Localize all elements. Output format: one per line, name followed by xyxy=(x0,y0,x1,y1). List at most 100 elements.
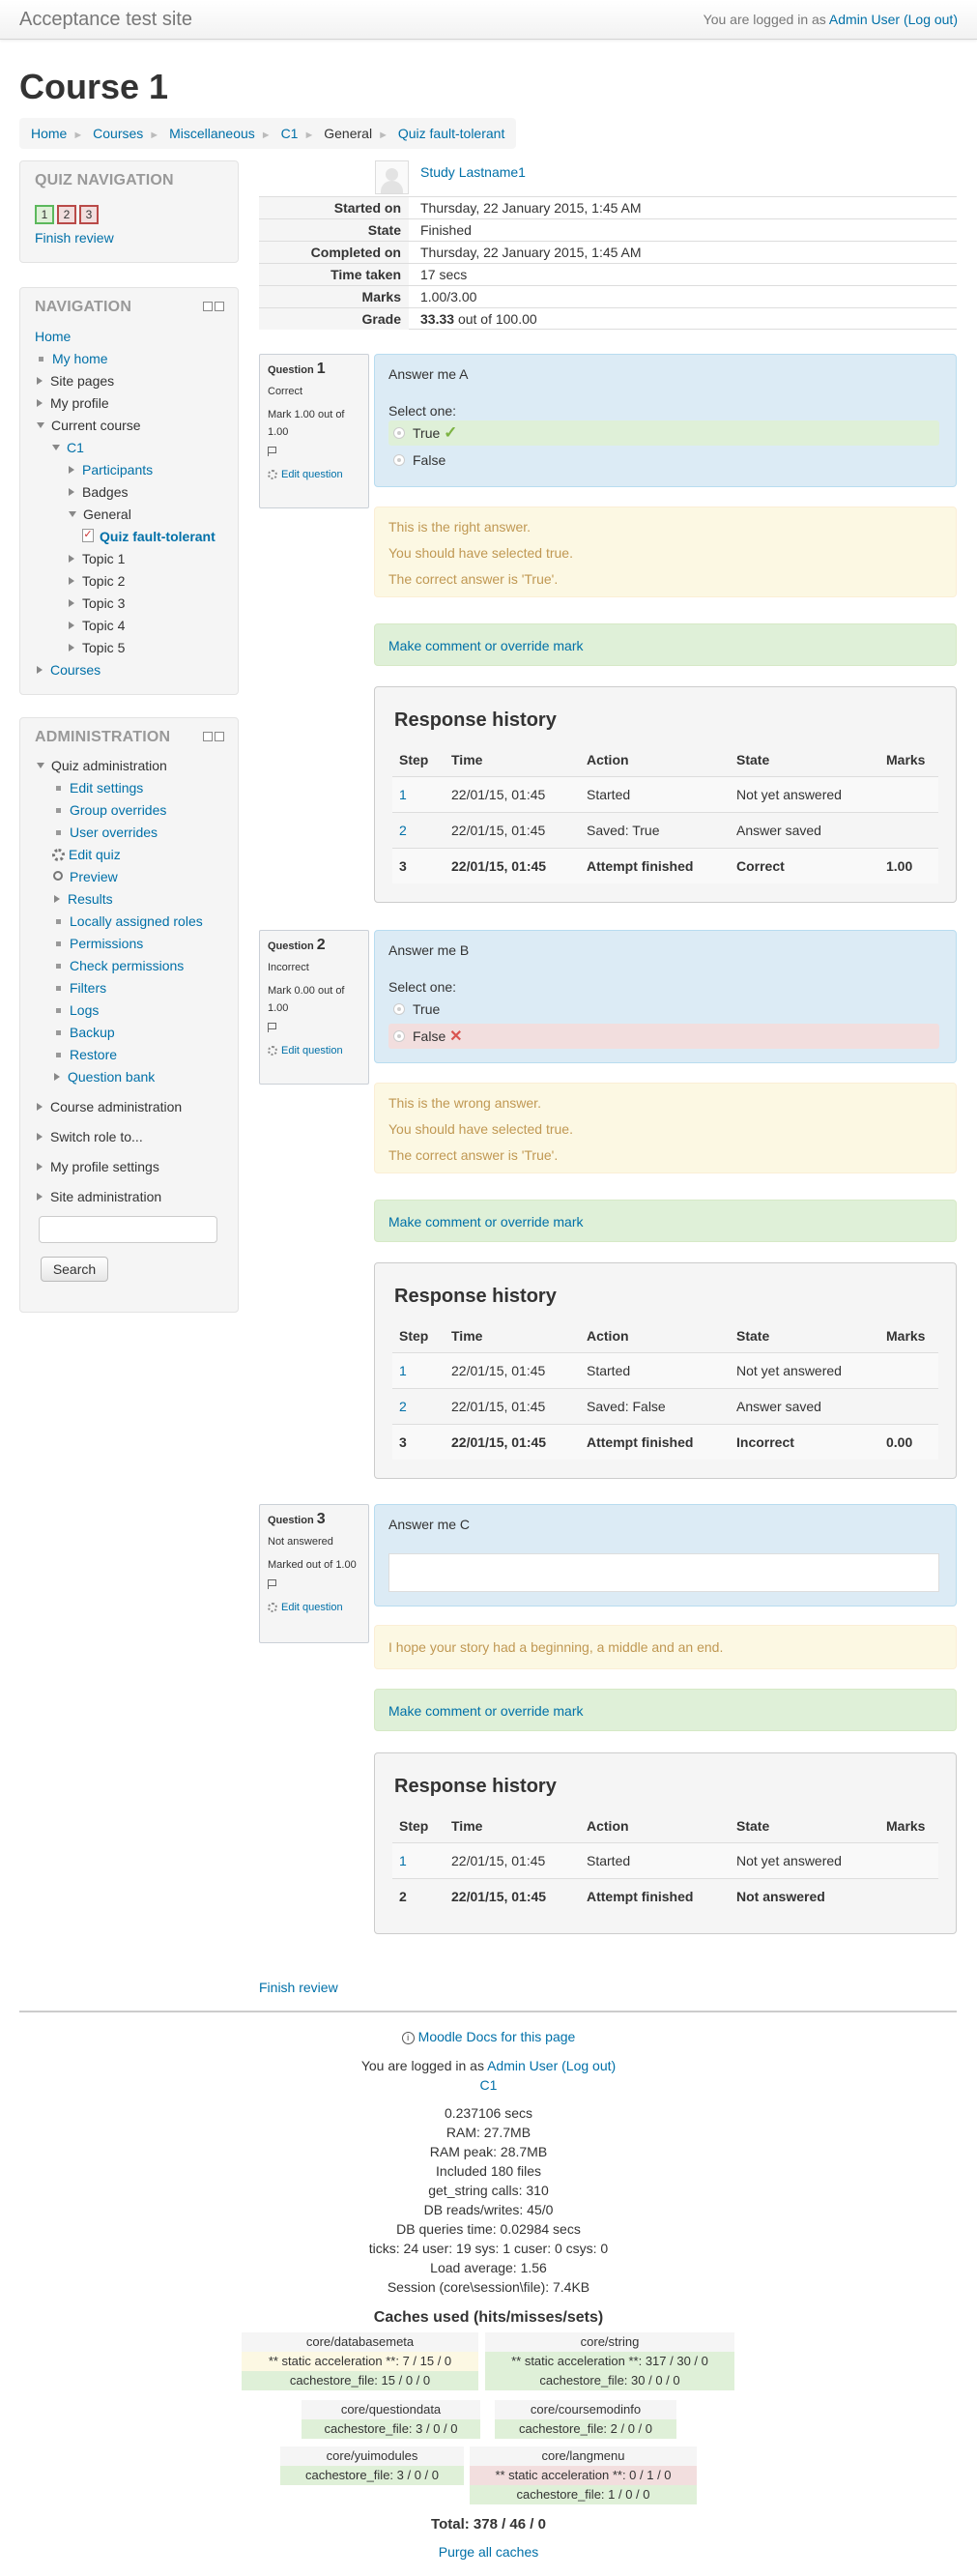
flag-icon[interactable] xyxy=(268,447,276,456)
admin-restore[interactable]: Restore xyxy=(70,1047,117,1062)
site-name[interactable]: Acceptance test site xyxy=(19,8,192,31)
option-true[interactable]: True xyxy=(388,997,939,1022)
nav-topic-5[interactable]: Topic 5 xyxy=(82,640,125,655)
nav-current-course[interactable]: Current course xyxy=(51,418,141,433)
nav-topic-2[interactable]: Topic 2 xyxy=(82,573,125,589)
logout-link[interactable]: (Log out) xyxy=(904,12,958,27)
finish-review-bottom-link[interactable]: Finish review xyxy=(259,1978,338,1997)
dock-icon[interactable] xyxy=(203,732,213,741)
moodle-docs-link[interactable]: Moodle Docs for this page xyxy=(418,2029,576,2044)
option-true[interactable]: True ✓ xyxy=(388,420,939,446)
nav-participants[interactable]: Participants xyxy=(82,462,153,478)
collapsed-arrow-icon[interactable] xyxy=(37,1103,43,1112)
nav-c1[interactable]: C1 xyxy=(67,440,84,455)
radio-icon[interactable] xyxy=(393,427,405,440)
admin-logs[interactable]: Logs xyxy=(70,1002,99,1018)
radio-icon[interactable] xyxy=(393,1030,405,1043)
nav-badges[interactable]: Badges xyxy=(82,484,128,500)
block-controls[interactable] xyxy=(203,732,226,743)
nav-topic-4[interactable]: Topic 4 xyxy=(82,618,125,633)
collapsed-arrow-icon[interactable] xyxy=(37,1193,43,1201)
admin-edit-settings[interactable]: Edit settings xyxy=(70,780,143,796)
radio-icon[interactable] xyxy=(393,454,405,467)
admin-locally-assigned-roles[interactable]: Locally assigned roles xyxy=(70,913,203,929)
collapsed-arrow-icon[interactable] xyxy=(69,555,74,564)
nav-courses[interactable]: Courses xyxy=(50,662,101,678)
dock-icon[interactable] xyxy=(203,302,213,311)
expanded-arrow-icon[interactable] xyxy=(69,511,76,518)
collapsed-arrow-icon[interactable] xyxy=(69,577,74,586)
breadcrumb-misc[interactable]: Miscellaneous xyxy=(169,126,255,141)
collapsed-arrow-icon[interactable] xyxy=(37,666,43,675)
admin-site-administration[interactable]: Site administration xyxy=(50,1189,161,1204)
collapsed-arrow-icon[interactable] xyxy=(37,399,43,408)
breadcrumb-quiz[interactable]: Quiz fault-tolerant xyxy=(398,126,505,141)
expanded-arrow-icon[interactable] xyxy=(37,763,44,769)
edit-question-link[interactable]: Edit question xyxy=(268,1599,360,1616)
admin-group-overrides[interactable]: Group overrides xyxy=(70,802,166,818)
expanded-arrow-icon[interactable] xyxy=(37,422,44,429)
breadcrumb-c1[interactable]: C1 xyxy=(281,126,299,141)
nav-quiz-fault-tolerant[interactable]: Quiz fault-tolerant xyxy=(100,529,216,544)
quiz-nav-button-1[interactable]: 1 xyxy=(35,205,54,224)
option-false[interactable]: False ✕ xyxy=(388,1024,939,1049)
nav-topic-1[interactable]: Topic 1 xyxy=(82,551,125,566)
collapsed-arrow-icon[interactable] xyxy=(69,466,74,475)
edit-question-link[interactable]: Edit question xyxy=(268,1042,360,1059)
collapsed-arrow-icon[interactable] xyxy=(69,644,74,652)
nav-my-profile[interactable]: My profile xyxy=(50,395,109,411)
nav-site-pages[interactable]: Site pages xyxy=(50,373,114,389)
collapsed-arrow-icon[interactable] xyxy=(69,488,74,497)
admin-edit-quiz[interactable]: Edit quiz xyxy=(69,847,121,862)
student-link[interactable]: Study Lastname1 xyxy=(420,162,526,182)
collapsed-arrow-icon[interactable] xyxy=(54,895,60,904)
radio-icon[interactable] xyxy=(393,1003,405,1016)
quiz-nav-button-3[interactable]: 3 xyxy=(79,205,99,224)
admin-question-bank[interactable]: Question bank xyxy=(68,1069,155,1085)
make-comment-link[interactable]: Make comment or override mark xyxy=(388,1703,584,1719)
move-icon[interactable] xyxy=(215,302,224,311)
breadcrumb-home[interactable]: Home xyxy=(31,126,67,141)
nav-my-home[interactable]: My home xyxy=(52,351,108,366)
footer-course-link[interactable]: C1 xyxy=(480,2077,498,2093)
admin-quiz-administration[interactable]: Quiz administration xyxy=(51,758,167,773)
nav-topic-3[interactable]: Topic 3 xyxy=(82,595,125,611)
move-icon[interactable] xyxy=(215,732,224,741)
purge-caches-link[interactable]: Purge all caches xyxy=(439,2544,539,2560)
search-button[interactable]: Search xyxy=(41,1257,108,1282)
collapsed-arrow-icon[interactable] xyxy=(37,1133,43,1142)
footer-user-link[interactable]: Admin User xyxy=(487,2058,558,2073)
admin-filters[interactable]: Filters xyxy=(70,980,106,996)
make-comment-link[interactable]: Make comment or override mark xyxy=(388,638,584,653)
collapsed-arrow-icon[interactable] xyxy=(69,622,74,630)
expanded-arrow-icon[interactable] xyxy=(52,445,60,451)
block-controls[interactable] xyxy=(203,302,226,313)
breadcrumb-courses[interactable]: Courses xyxy=(93,126,143,141)
admin-check-permissions[interactable]: Check permissions xyxy=(70,958,184,973)
admin-search-input[interactable] xyxy=(39,1216,217,1243)
user-link[interactable]: Admin User xyxy=(829,12,900,27)
admin-permissions[interactable]: Permissions xyxy=(70,936,143,951)
flag-icon[interactable] xyxy=(268,1579,276,1589)
flag-icon[interactable] xyxy=(268,1023,276,1032)
admin-my-profile-settings[interactable]: My profile settings xyxy=(50,1159,159,1174)
admin-course-administration[interactable]: Course administration xyxy=(50,1099,182,1114)
make-comment-link[interactable]: Make comment or override mark xyxy=(388,1214,584,1230)
admin-preview[interactable]: Preview xyxy=(70,869,118,884)
finish-review-link[interactable]: Finish review xyxy=(35,228,114,247)
collapsed-arrow-icon[interactable] xyxy=(37,1163,43,1172)
admin-switch-role[interactable]: Switch role to... xyxy=(50,1129,143,1144)
footer-logout-link[interactable]: (Log out) xyxy=(561,2058,616,2073)
admin-user-overrides[interactable]: User overrides xyxy=(70,825,158,840)
admin-backup[interactable]: Backup xyxy=(70,1025,115,1040)
quiz-nav-button-2[interactable]: 2 xyxy=(57,205,76,224)
nav-general[interactable]: General xyxy=(83,507,131,522)
avatar[interactable] xyxy=(375,160,409,194)
collapsed-arrow-icon[interactable] xyxy=(69,599,74,608)
edit-question-link[interactable]: Edit question xyxy=(268,466,360,483)
collapsed-arrow-icon[interactable] xyxy=(54,1073,60,1082)
nav-home[interactable]: Home xyxy=(35,329,71,344)
collapsed-arrow-icon[interactable] xyxy=(37,377,43,386)
admin-results[interactable]: Results xyxy=(68,891,113,907)
option-false[interactable]: False xyxy=(388,448,939,473)
